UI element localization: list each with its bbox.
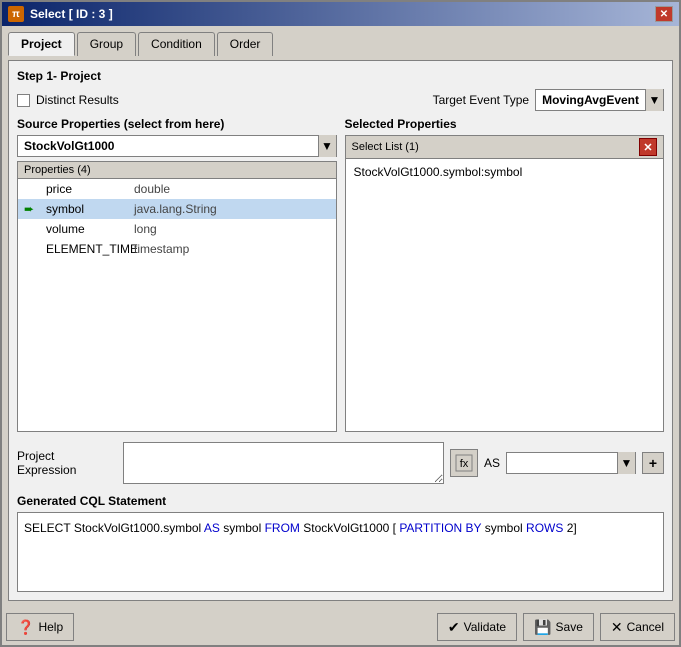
source-dropdown-btn[interactable]: ▼	[318, 135, 336, 157]
validate-label: Validate	[464, 620, 506, 634]
cql-alias: symbol	[223, 521, 264, 535]
validate-icon: ✔	[448, 619, 460, 636]
content-area: Project Group Condition Order Step 1- Pr…	[2, 26, 679, 607]
prop-name-price: price	[46, 182, 126, 196]
help-label: Help	[38, 620, 63, 634]
distinct-label: Distinct Results	[36, 93, 119, 107]
footer-right: ✔ Validate 💾 Save ✕ Cancel	[437, 613, 675, 641]
cancel-icon: ✕	[611, 619, 623, 636]
title-bar-left: π Select [ ID : 3 ]	[8, 6, 113, 22]
as-label: AS	[484, 456, 500, 470]
cancel-label: Cancel	[627, 620, 664, 634]
properties-box: Properties (4) price double ➨ symbol jav…	[17, 161, 337, 432]
target-event-label: Target Event Type	[433, 93, 530, 107]
prop-row-volume[interactable]: volume long	[18, 219, 336, 239]
selected-item-0[interactable]: StockVolGt1000.symbol:symbol	[350, 163, 660, 181]
selected-box: Select List (1) ✕ StockVolGt1000.symbol:…	[345, 135, 665, 432]
prop-row-symbol[interactable]: ➨ symbol java.lang.String	[18, 199, 336, 219]
prop-name-volume: volume	[46, 222, 126, 236]
tab-order[interactable]: Order	[217, 32, 274, 56]
source-dropdown[interactable]: StockVolGt1000 ▼	[17, 135, 337, 157]
prop-name-element-time: ELEMENT_TIME	[46, 242, 126, 256]
title-bar: π Select [ ID : 3 ] ✕	[2, 2, 679, 26]
cql-from: FROM	[265, 521, 304, 535]
target-right: Target Event Type MovingAvgEvent ▼	[433, 89, 664, 111]
expr-function-button[interactable]: fx	[450, 449, 478, 477]
as-dropdown[interactable]: ▼	[506, 452, 636, 474]
prop-type-element-time: timestamp	[134, 242, 189, 256]
cql-rows: ROWS	[526, 521, 567, 535]
project-expr-input[interactable]	[123, 442, 444, 484]
main-window: π Select [ ID : 3 ] ✕ Project Group Cond…	[0, 0, 681, 647]
select-list-header: Select List (1)	[352, 141, 419, 153]
app-icon: π	[8, 6, 24, 22]
cql-section: Generated CQL Statement SELECT StockVolG…	[17, 494, 664, 592]
cql-select: SELECT	[24, 521, 74, 535]
cql-partition: PARTITION BY	[399, 521, 481, 535]
save-button[interactable]: 💾 Save	[523, 613, 594, 641]
cql-table: StockVolGt1000	[303, 521, 392, 535]
window-title: Select [ ID : 3 ]	[30, 7, 113, 21]
target-event-value: MovingAvgEvent	[536, 93, 645, 107]
main-panel: Step 1- Project Distinct Results Target …	[8, 60, 673, 601]
distinct-left: Distinct Results	[17, 93, 119, 107]
selected-col: Selected Properties Select List (1) ✕ St…	[345, 117, 665, 432]
prop-type-price: double	[134, 182, 170, 196]
prop-type-volume: long	[134, 222, 157, 236]
tab-condition[interactable]: Condition	[138, 32, 215, 56]
prop-row-price[interactable]: price double	[18, 179, 336, 199]
cql-title: Generated CQL Statement	[17, 494, 664, 508]
add-button[interactable]: +	[642, 452, 664, 474]
cancel-button[interactable]: ✕ Cancel	[600, 613, 675, 641]
step-title: Step 1- Project	[17, 69, 664, 83]
tab-bar: Project Group Condition Order	[8, 32, 673, 56]
properties-list: price double ➨ symbol java.lang.String v…	[18, 179, 336, 431]
chevron-down-icon: ▼	[621, 456, 633, 470]
close-button[interactable]: ✕	[655, 6, 673, 22]
cql-partition-col: symbol	[485, 521, 526, 535]
source-props-title: Source Properties (select from here)	[17, 117, 337, 131]
chevron-down-icon: ▼	[321, 139, 333, 153]
source-col: Source Properties (select from here) Sto…	[17, 117, 337, 432]
selected-header: Select List (1) ✕	[346, 136, 664, 159]
cql-rows-val: 2]	[567, 521, 577, 535]
tab-group[interactable]: Group	[77, 32, 136, 56]
footer-left: ❓ Help	[6, 613, 74, 641]
save-icon: 💾	[534, 619, 551, 636]
source-dropdown-value: StockVolGt1000	[18, 139, 318, 153]
as-dropdown-btn[interactable]: ▼	[617, 452, 635, 474]
help-icon: ❓	[17, 619, 34, 636]
prop-row-element-time[interactable]: ELEMENT_TIME timestamp	[18, 239, 336, 259]
delete-selected-button[interactable]: ✕	[639, 138, 657, 156]
target-event-dropdown[interactable]: MovingAvgEvent ▼	[535, 89, 664, 111]
svg-text:fx: fx	[460, 458, 469, 470]
validate-button[interactable]: ✔ Validate	[437, 613, 517, 641]
footer: ❓ Help ✔ Validate 💾 Save ✕ Cancel	[2, 607, 679, 645]
selected-props-title: Selected Properties	[345, 117, 457, 131]
cql-as: AS	[204, 521, 223, 535]
prop-name-symbol: symbol	[46, 202, 126, 216]
distinct-target-row: Distinct Results Target Event Type Movin…	[17, 89, 664, 111]
properties-header: Properties (4)	[18, 162, 336, 179]
project-expr-label: Project Expression	[17, 449, 117, 477]
project-expr-row: Project Expression fx AS ▼ +	[17, 438, 664, 488]
prop-arrow-symbol: ➨	[24, 202, 38, 216]
save-label: Save	[556, 620, 583, 634]
distinct-checkbox[interactable]	[17, 94, 30, 107]
target-event-dropdown-btn[interactable]: ▼	[645, 89, 663, 111]
help-button[interactable]: ❓ Help	[6, 613, 74, 641]
cql-box: SELECT StockVolGt1000.symbol AS symbol F…	[17, 512, 664, 592]
columns-row: Source Properties (select from here) Sto…	[17, 117, 664, 432]
selected-col-header: Selected Properties	[345, 117, 665, 131]
prop-type-symbol: java.lang.String	[134, 202, 217, 216]
chevron-down-icon: ▼	[649, 93, 661, 107]
function-icon: fx	[455, 454, 473, 472]
selected-list: StockVolGt1000.symbol:symbol	[346, 159, 664, 431]
tab-project[interactable]: Project	[8, 32, 75, 56]
cql-col: StockVolGt1000.symbol	[74, 521, 204, 535]
